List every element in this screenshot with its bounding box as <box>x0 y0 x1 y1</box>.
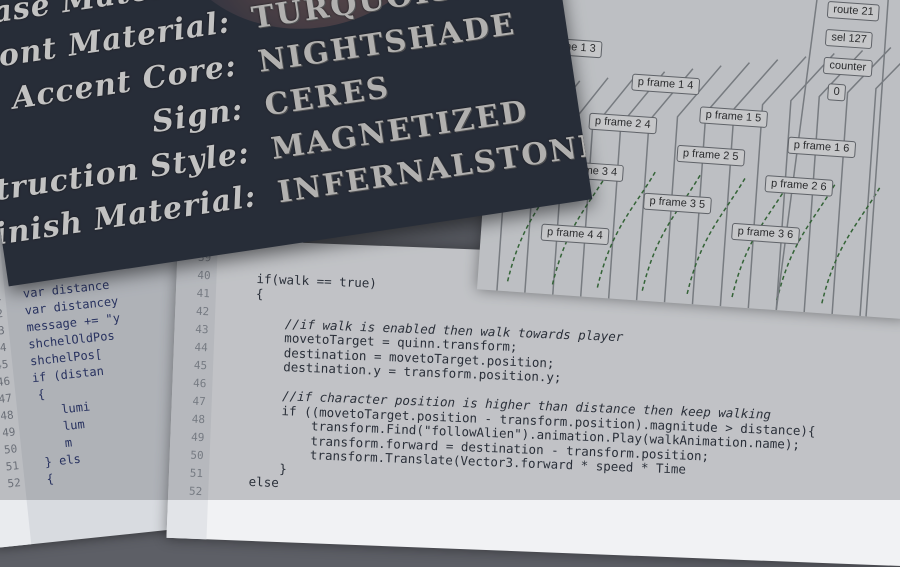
line-number: 51 <box>175 466 203 480</box>
line-number: 46 <box>178 376 206 390</box>
code-line: m <box>64 435 73 450</box>
line-number: 49 <box>176 430 204 444</box>
code-line: { <box>46 472 55 487</box>
line-number: 50 <box>175 448 203 462</box>
code-line: else <box>248 474 279 490</box>
code-line: { <box>256 286 264 301</box>
patch-object[interactable]: route 21 <box>827 1 880 22</box>
line-number: 43 <box>180 322 208 336</box>
line-number: 40 <box>182 268 210 282</box>
line-number: 45 <box>179 358 207 372</box>
line-number: 41 <box>182 286 210 300</box>
line-number: 52 <box>174 484 202 498</box>
code-line: lum <box>62 417 85 433</box>
patch-object[interactable]: 0 <box>827 83 846 101</box>
line-number: 44 <box>180 340 208 354</box>
code-line: lumi <box>61 399 91 416</box>
code-line: } els <box>44 452 81 470</box>
line-number: 42 <box>181 304 209 318</box>
line-number: 47 <box>178 394 206 408</box>
patch-object[interactable]: sel 127 <box>825 29 874 49</box>
code-line: { <box>37 387 46 402</box>
line-number: 48 <box>177 412 205 426</box>
code-line: if(walk == true) <box>256 271 377 291</box>
patch-object[interactable]: counter <box>823 57 873 77</box>
